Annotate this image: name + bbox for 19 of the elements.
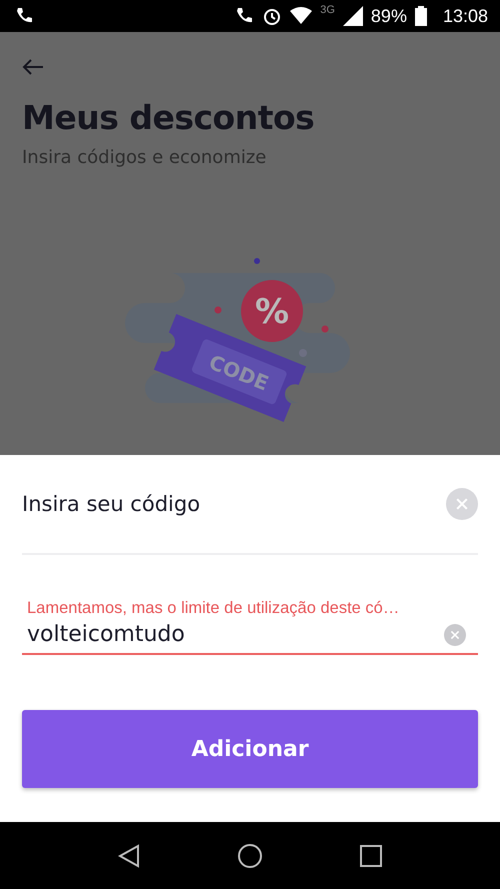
page-subtitle: Insira códigos e economize <box>22 147 268 168</box>
back-triangle-icon[interactable] <box>118 844 140 868</box>
sheet-title: Insira seu código <box>22 492 200 516</box>
page-title: Meus descontos <box>22 98 316 137</box>
battery-icon <box>414 6 427 26</box>
signal-icon <box>342 6 363 26</box>
back-arrow-icon[interactable] <box>22 58 44 76</box>
battery-percent: 89% <box>370 6 407 26</box>
wifi-icon <box>290 7 312 25</box>
code-input-field[interactable]: Lamentamos, mas o limite de utilização deste có… volteicomtudo <box>22 599 478 655</box>
alarm-clock-icon <box>262 6 282 26</box>
add-button[interactable]: Adicionar <box>22 710 478 788</box>
clock-time: 13:08 <box>442 6 488 26</box>
close-icon <box>454 496 470 512</box>
recents-square-icon[interactable] <box>360 844 382 866</box>
error-message: Lamentamos, mas o limite de utilização deste có… <box>27 599 400 618</box>
close-icon <box>449 628 461 640</box>
home-circle-icon[interactable] <box>236 842 263 868</box>
network-type: 3G <box>320 4 335 16</box>
